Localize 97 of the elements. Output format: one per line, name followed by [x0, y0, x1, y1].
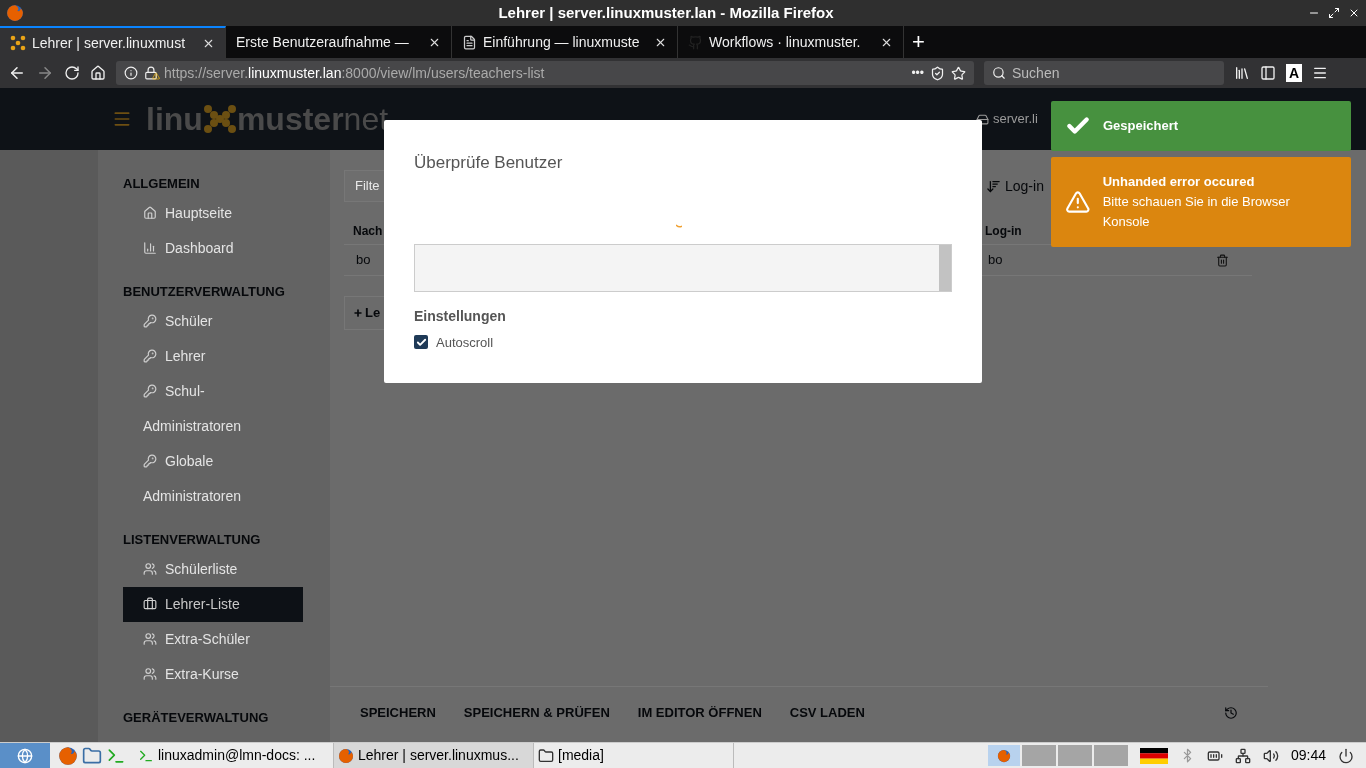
sidebar-item[interactable]: Lehrer-Liste: [123, 587, 303, 622]
sidebar-heading: LISTENVERWALTUNG: [123, 531, 262, 549]
back-icon[interactable]: [8, 64, 26, 82]
key-icon: [143, 314, 157, 328]
sidebar-item[interactable]: Lehrer: [123, 339, 303, 374]
lock-warning-icon[interactable]: [144, 66, 158, 80]
menu-icon[interactable]: [1312, 65, 1329, 81]
firefox-icon: [6, 4, 24, 22]
notification-message: Bitte schauen Sie in die Browser Konsole: [1102, 193, 1291, 231]
start-button[interactable]: [0, 743, 50, 768]
maximize-icon[interactable]: [1328, 7, 1340, 19]
sidebar-heading: BENUTZERVERWALTUNG: [123, 283, 286, 301]
house-icon: [143, 206, 157, 220]
workspace[interactable]: [987, 745, 1020, 766]
notification-title: Unhanded error occured: [1102, 173, 1256, 191]
sidebar-item[interactable]: Schülerliste: [123, 552, 303, 587]
key-icon: [143, 454, 157, 468]
sidebar-item[interactable]: Extra-Kurse: [123, 657, 303, 692]
sidebar-item[interactable]: Globale Administratoren: [123, 444, 303, 514]
checkbox-label: Autoscroll: [436, 333, 494, 352]
loading-spinner-icon: [676, 223, 682, 228]
key-icon: [143, 349, 157, 363]
logo-text: net: [343, 103, 389, 135]
plus-icon: [353, 308, 363, 318]
reload-icon[interactable]: [64, 65, 80, 81]
document-icon: [462, 34, 477, 50]
filter-placeholder: Filte: [355, 177, 380, 196]
window-title: Lehrer | server.linuxmuster.lan - Mozilla Firefox: [497, 2, 835, 23]
new-tab-button[interactable]: +: [904, 26, 933, 58]
sidebar-icon[interactable]: [1260, 65, 1276, 81]
column-header: Nach: [353, 224, 383, 238]
sidebar-item[interactable]: Schüler: [123, 304, 303, 339]
folder-icon: [538, 747, 554, 764]
table-cell: bo: [988, 252, 1003, 268]
network-icon[interactable]: [1234, 747, 1251, 764]
close-icon[interactable]: [1348, 7, 1360, 19]
shield-icon[interactable]: [930, 65, 945, 81]
history-icon[interactable]: [1224, 705, 1238, 720]
forward-icon[interactable]: [36, 64, 54, 82]
browser-tab[interactable]: Lehrer | server.linuxmust: [0, 26, 226, 58]
tab-title: Erste Benutzeraufnahme —: [236, 32, 410, 52]
clock: 09:44: [1290, 746, 1326, 765]
server-name: server.li: [993, 110, 1038, 129]
users-icon: [143, 562, 157, 576]
users-icon: [143, 667, 157, 681]
page-actions-button[interactable]: •••: [911, 64, 924, 82]
sidebar-heading: GERÄTEVERWALTUNG: [123, 709, 270, 727]
firefox-icon: [996, 748, 1011, 763]
sidebar-item[interactable]: Extra-Schüler: [123, 622, 303, 657]
search-placeholder: Suchen: [1012, 63, 1060, 83]
modal-title: Überprüfe Benutzer: [414, 152, 564, 174]
delete-icon[interactable]: [1216, 253, 1229, 267]
sort-button[interactable]: Log-in: [986, 175, 1044, 197]
url-text: https://server.linuxmuster.lan:8000/view/lm/users/teachers-list: [164, 63, 546, 83]
warning-icon: [1065, 189, 1091, 215]
action-button[interactable]: IM EDITOR ÖFFNEN: [637, 702, 762, 723]
logo-text: linu: [146, 103, 203, 135]
power-icon[interactable]: [1338, 747, 1354, 764]
file-manager-icon[interactable]: [82, 745, 102, 766]
info-icon[interactable]: [124, 66, 138, 80]
key-icon: [143, 384, 157, 398]
bar-chart-icon: [143, 241, 157, 255]
sidebar-item[interactable]: Dashboard: [123, 231, 303, 266]
reader-button[interactable]: A: [1286, 64, 1303, 82]
volume-icon[interactable]: [1262, 747, 1279, 764]
checkbox[interactable]: [414, 335, 428, 350]
action-button[interactable]: SPEICHERN & PRÜFEN: [463, 702, 610, 723]
sort-icon: [986, 178, 1001, 194]
library-icon[interactable]: [1234, 65, 1250, 81]
taskbar-window[interactable]: Lehrer | server.linuxmus...: [334, 743, 534, 768]
tab-title: Workflows · linuxmuster.: [709, 32, 862, 52]
briefcase-icon: [143, 597, 157, 611]
scrollbar[interactable]: [939, 244, 951, 291]
search-icon: [992, 66, 1006, 80]
action-button[interactable]: CSV LADEN: [789, 702, 865, 723]
home-icon[interactable]: [90, 65, 106, 81]
tab-title: Lehrer | server.linuxmust: [32, 33, 187, 53]
users-icon: [143, 632, 157, 646]
flag-icon[interactable]: [1139, 747, 1168, 764]
section-label: Einstellungen: [414, 306, 507, 326]
firefox-icon: [338, 747, 354, 764]
sidebar-heading: ALLGEMEIN: [123, 175, 201, 193]
url-field[interactable]: https://server.linuxmuster.lan:8000/view/lm/users/teachers-list •••: [116, 61, 974, 85]
star-icon[interactable]: [951, 65, 966, 81]
sidebar-item[interactable]: Hauptseite: [123, 196, 303, 231]
search-field[interactable]: Suchen: [984, 61, 1224, 85]
logo-mark-icon: [202, 104, 237, 134]
globe-icon: [17, 747, 33, 764]
notification-title: Gespeichert: [1103, 117, 1179, 135]
column-header: Log-in: [985, 224, 1022, 238]
logo-text: muster: [236, 103, 344, 135]
sidebar-item[interactable]: Schul-Administratoren: [123, 374, 303, 444]
logo-icon: [10, 35, 26, 51]
firefox-launcher-icon: [58, 745, 78, 766]
tab-title: Einführung — linuxmuste: [483, 32, 641, 52]
table-cell: bo: [356, 252, 371, 268]
action-button[interactable]: SPEICHERN: [360, 702, 436, 723]
